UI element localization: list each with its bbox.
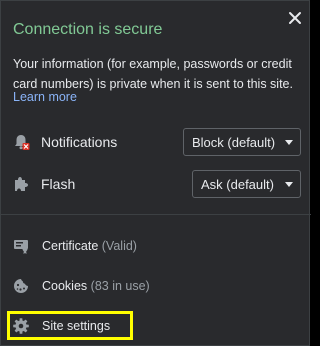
- site-settings-label: Site settings: [42, 319, 111, 333]
- site-info-popup: Connection is secure Your information (f…: [0, 0, 311, 346]
- certificate-label: Certificate (Valid): [42, 239, 137, 253]
- certificate-row[interactable]: Certificate (Valid): [1, 231, 311, 261]
- chevron-down-icon: [285, 140, 293, 145]
- close-icon[interactable]: [287, 10, 303, 26]
- permission-label-flash: Flash: [41, 176, 76, 192]
- permission-label-notifications: Notifications: [41, 134, 118, 150]
- permission-row-flash: Flash Ask (default): [1, 169, 311, 199]
- notifications-blocked-icon: [15, 135, 30, 150]
- permission-row-notifications: Notifications Block (default): [1, 127, 311, 157]
- cookie-icon: [14, 279, 28, 293]
- certificate-status: (Valid): [101, 239, 137, 253]
- flash-select-value: Ask (default): [201, 177, 274, 192]
- certificate-title: Certificate: [42, 239, 99, 253]
- puzzle-icon: [15, 177, 28, 191]
- connection-description: Your information (for example, passwords…: [13, 57, 293, 91]
- section-divider: [1, 214, 311, 215]
- certificate-icon: [14, 240, 28, 254]
- notifications-select[interactable]: Block (default): [183, 128, 301, 156]
- flash-select[interactable]: Ask (default): [192, 170, 301, 198]
- site-settings-row[interactable]: Site settings: [1, 311, 311, 341]
- connection-status-title: Connection is secure: [13, 21, 163, 38]
- gear-icon: [13, 318, 29, 334]
- cookies-label: Cookies (83 in use): [42, 279, 150, 293]
- chevron-down-icon: [285, 182, 293, 187]
- cookies-title: Cookies: [42, 279, 88, 293]
- cookies-count: (83 in use): [90, 279, 150, 293]
- learn-more-link[interactable]: Learn more: [13, 90, 77, 104]
- notifications-select-value: Block (default): [192, 135, 276, 150]
- cookies-row[interactable]: Cookies (83 in use): [1, 271, 311, 301]
